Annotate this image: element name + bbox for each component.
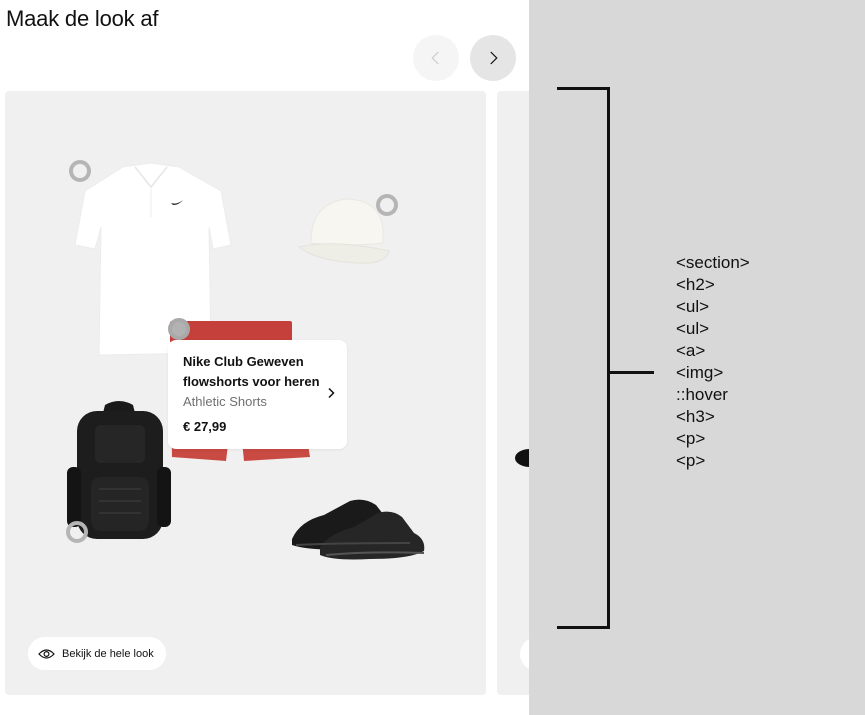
annotation-tag: <ul>	[676, 297, 710, 316]
annotation-tag: <a>	[676, 341, 706, 360]
annotation-bracket	[607, 88, 610, 629]
look-card[interactable]: Nike Club Geweven flowshorts voor heren …	[5, 91, 486, 695]
view-full-look-button[interactable]: Bekijk de hele look	[28, 637, 166, 670]
carousel-prev-button[interactable]	[413, 35, 459, 81]
annotation-bracket-tick	[610, 371, 654, 374]
annotation-tag: <h3>	[676, 407, 715, 426]
section-title: Maak de look af	[6, 6, 159, 31]
hotspot-shorts[interactable]	[168, 318, 190, 340]
annotation-tag: <p>	[676, 429, 706, 448]
annotation-tag: <p>	[676, 451, 706, 470]
annotation-tag: <img>	[676, 363, 724, 382]
product-shoes-image[interactable]	[290, 493, 426, 563]
chevron-right-icon	[490, 51, 498, 65]
eye-icon	[38, 648, 55, 659]
annotation-tag: ::hover	[676, 385, 728, 404]
tooltip-product-name: Nike Club Geweven flowshorts voor heren	[183, 354, 320, 389]
view-full-look-label: Bekijk de hele look	[62, 647, 154, 660]
hotspot-cap[interactable]	[376, 194, 398, 216]
hotspot-polo[interactable]	[69, 160, 91, 182]
annotation-tag: <h2>	[676, 275, 715, 294]
annotation-tag: <ul>	[676, 319, 710, 338]
annotation-tag-list: <section> <h2> <ul> <ul> <a> <img>::hover <h3>…	[676, 252, 750, 472]
carousel-next-button[interactable]	[470, 35, 516, 81]
hotspot-backpack[interactable]	[66, 521, 88, 543]
tooltip-product-price: € 27,99	[183, 419, 227, 434]
product-tooltip[interactable]: Nike Club Geweven flowshorts voor heren …	[168, 340, 347, 449]
chevron-left-icon	[431, 51, 439, 65]
annotation-bracket-bottom	[557, 626, 610, 629]
annotation-bracket-top	[557, 87, 610, 90]
annotation-tag: <section>	[676, 253, 750, 272]
chevron-right-icon	[328, 387, 335, 399]
tooltip-product-category: Athletic Shorts	[183, 394, 267, 409]
